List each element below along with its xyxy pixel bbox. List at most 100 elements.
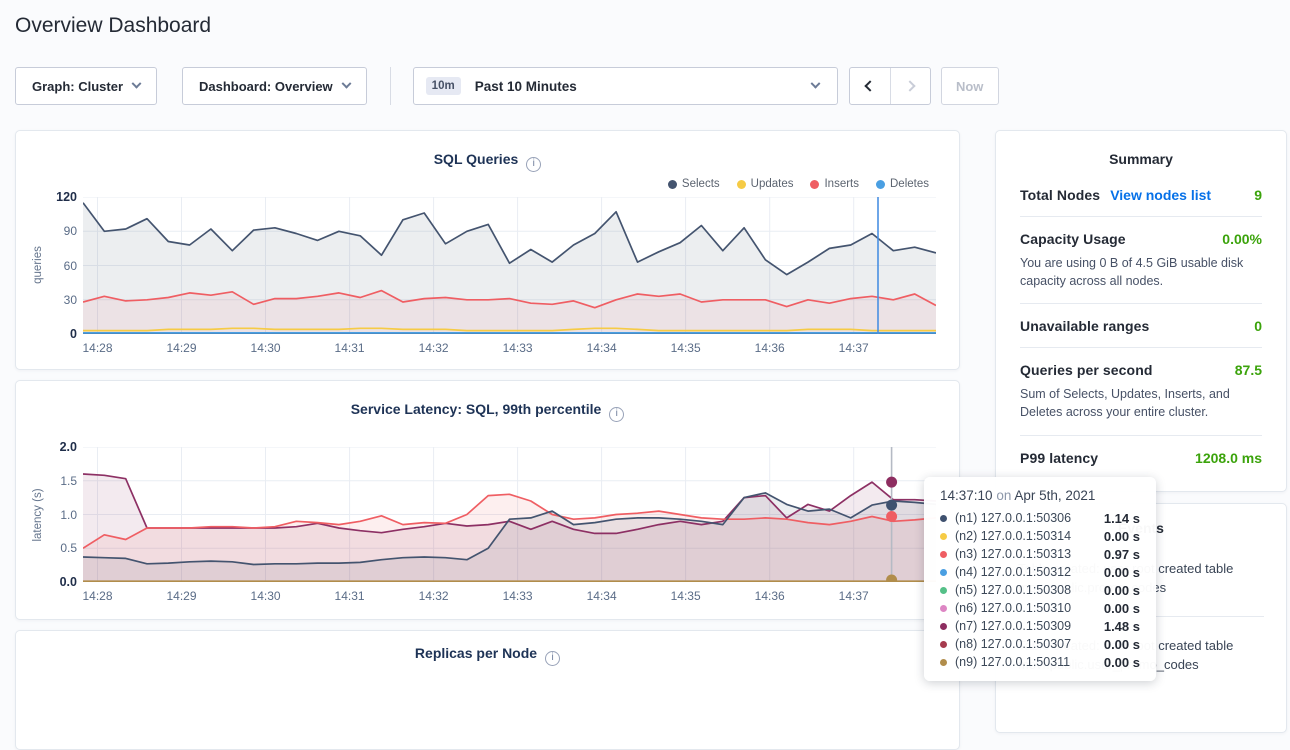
x-axis-tick: 14:36 <box>748 341 792 355</box>
chart-title-row: Service Latency: SQL, 99th percentile i <box>16 401 959 422</box>
controls-row: Graph: Cluster Dashboard: Overview 10m P… <box>15 67 999 105</box>
time-range-label: Past 10 Minutes <box>475 79 577 94</box>
summary-description: Sum of Selects, Updates, Inserts, and De… <box>1020 385 1262 421</box>
info-icon[interactable]: i <box>609 407 624 422</box>
now-button[interactable]: Now <box>941 67 999 105</box>
tooltip-node-row: (n5) 127.0.0.1:503080.00 s <box>940 581 1140 599</box>
x-axis-tick: 14:31 <box>328 341 372 355</box>
view-nodes-list-link[interactable]: View nodes list <box>1110 187 1211 203</box>
graph-dropdown-label: Graph: Cluster <box>32 79 123 94</box>
x-axis-tick: 14:29 <box>160 341 204 355</box>
legend-dot-icon <box>876 180 885 189</box>
series-dot-icon <box>940 569 947 576</box>
time-prev-button[interactable] <box>850 68 890 104</box>
tooltip-node-row: (n1) 127.0.0.1:503061.14 s <box>940 509 1140 527</box>
dashboard-dropdown-label: Dashboard: Overview <box>199 79 333 94</box>
chevron-down-icon <box>810 78 820 88</box>
chevron-down-icon <box>341 78 351 88</box>
legend-item-inserts[interactable]: Inserts <box>810 178 859 190</box>
y-axis-tick: 90 <box>31 224 77 238</box>
summary-value: 0 <box>1254 318 1262 334</box>
chart-title: Service Latency: SQL, 99th percentile <box>351 401 602 417</box>
x-axis-tick: 14:30 <box>244 589 288 603</box>
x-axis-tick: 14:37 <box>832 341 876 355</box>
x-axis-tick: 14:33 <box>496 341 540 355</box>
summary-value: 1208.0 ms <box>1195 450 1262 466</box>
plot-area[interactable] <box>83 447 936 587</box>
time-next-button-disabled[interactable] <box>890 68 930 104</box>
summary-label: P99 latency <box>1020 450 1098 466</box>
x-axis-tick: 14:32 <box>412 589 456 603</box>
summary-capacity-usage: Capacity Usage 0.00% You are using 0 B o… <box>1020 217 1262 304</box>
series-dot-icon <box>940 587 947 594</box>
chart-title-row: Replicas per Node i <box>16 645 959 666</box>
time-range-picker[interactable]: 10m Past 10 Minutes <box>413 67 838 105</box>
summary-value: 0.00% <box>1222 231 1262 247</box>
summary-label: Capacity Usage <box>1020 231 1126 247</box>
x-axis-tick: 14:28 <box>76 341 120 355</box>
x-axis-tick: 14:36 <box>748 589 792 603</box>
legend-dot-icon <box>668 180 677 189</box>
replicas-per-node-chart-card: Replicas per Node i <box>15 630 960 750</box>
series-dot-icon <box>940 659 947 666</box>
x-axis-tick: 14:35 <box>664 589 708 603</box>
chart-legend: Selects Updates Inserts Deletes <box>668 178 929 190</box>
legend-dot-icon <box>737 180 746 189</box>
chart-title-row: SQL Queries i <box>16 151 959 172</box>
page-title: Overview Dashboard <box>15 14 211 38</box>
summary-total-nodes: Total Nodes View nodes list 9 <box>1020 173 1262 217</box>
time-range-badge: 10m <box>426 77 461 95</box>
summary-unavailable-ranges: Unavailable ranges 0 <box>1020 304 1262 348</box>
summary-description: You are using 0 B of 4.5 GiB usable disk… <box>1020 254 1262 290</box>
x-axis-tick: 14:28 <box>76 589 120 603</box>
summary-panel: Summary Total Nodes View nodes list 9 Ca… <box>995 130 1287 492</box>
tooltip-node-row: (n9) 127.0.0.1:503110.00 s <box>940 653 1140 671</box>
tooltip-node-row: (n8) 127.0.0.1:503070.00 s <box>940 635 1140 653</box>
legend-dot-icon <box>810 180 819 189</box>
series-dot-icon <box>940 551 947 558</box>
chevron-left-icon <box>864 80 875 91</box>
summary-p99-latency: P99 latency 1208.0 ms <box>1020 436 1262 479</box>
tooltip-node-row: (n4) 127.0.0.1:503120.00 s <box>940 563 1140 581</box>
x-axis-tick: 14:34 <box>580 341 624 355</box>
plot-area[interactable] <box>83 197 936 339</box>
chevron-right-icon <box>905 80 916 91</box>
y-axis-tick: 2.0 <box>31 440 77 454</box>
summary-label: Queries per second <box>1020 362 1153 378</box>
x-axis-tick: 14:34 <box>580 589 624 603</box>
y-axis-tick: 1.5 <box>31 474 77 488</box>
info-icon[interactable]: i <box>526 157 541 172</box>
y-axis-tick: 0.5 <box>31 541 77 555</box>
time-nav-group <box>849 67 931 105</box>
tooltip-timestamp: 14:37:10 on Apr 5th, 2021 <box>940 488 1140 503</box>
legend-item-selects[interactable]: Selects <box>668 178 720 190</box>
x-axis-tick: 14:37 <box>832 589 876 603</box>
tooltip-node-row: (n6) 127.0.0.1:503100.00 s <box>940 599 1140 617</box>
series-dot-icon <box>940 515 947 522</box>
chart-title: Replicas per Node <box>415 645 537 661</box>
y-axis-tick: 0 <box>31 327 77 341</box>
tooltip-node-row: (n7) 127.0.0.1:503091.48 s <box>940 617 1140 635</box>
chevron-down-icon <box>132 78 142 88</box>
info-icon[interactable]: i <box>545 651 560 666</box>
series-dot-icon <box>940 623 947 630</box>
legend-item-updates[interactable]: Updates <box>737 178 794 190</box>
y-axis-tick: 30 <box>31 293 77 307</box>
x-axis-tick: 14:29 <box>160 589 204 603</box>
chart-title: SQL Queries <box>434 151 519 167</box>
y-axis-tick: 60 <box>31 259 77 273</box>
x-axis-tick: 14:31 <box>328 589 372 603</box>
series-dot-icon <box>940 605 947 612</box>
summary-title: Summary <box>996 131 1286 173</box>
x-axis-tick: 14:32 <box>412 341 456 355</box>
summary-value: 87.5 <box>1235 362 1262 378</box>
summary-label: Total Nodes <box>1020 187 1100 203</box>
x-axis-tick: 14:30 <box>244 341 288 355</box>
tooltip-node-row: (n3) 127.0.0.1:503130.97 s <box>940 545 1140 563</box>
series-dot-icon <box>940 533 947 540</box>
legend-item-deletes[interactable]: Deletes <box>876 178 929 190</box>
series-dot-icon <box>940 641 947 648</box>
graph-dropdown[interactable]: Graph: Cluster <box>15 67 157 105</box>
dashboard-dropdown[interactable]: Dashboard: Overview <box>182 67 367 105</box>
summary-value: 9 <box>1254 187 1262 203</box>
